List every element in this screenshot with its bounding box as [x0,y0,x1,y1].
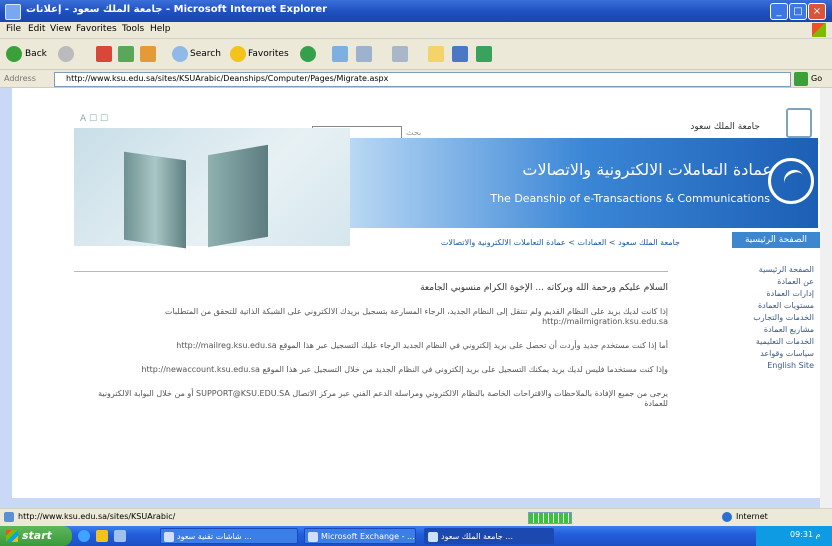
sidebar-item-policies[interactable]: سياسات وقواعد [734,348,814,360]
quicklaunch-desktop-icon[interactable] [114,530,126,542]
load-progress-fill [529,513,571,523]
address-bar: Address http://www.ksu.edu.sa/sites/KSUA… [0,70,832,88]
tools-icon[interactable] [476,46,492,62]
hero-panel-left [124,151,186,249]
sidebar-item-levels[interactable]: مستويات العمادة [734,300,814,312]
refresh-icon[interactable] [118,46,134,62]
go-button[interactable]: Go [794,72,828,86]
university-seal-icon [786,108,812,138]
greeting-text: السلام عليكم ورحمة الله وبركاته ... الإخ… [420,283,668,293]
sidebar-item-services[interactable]: الخدمات والتجارب [734,312,814,324]
history-icon[interactable] [300,46,316,62]
edit-icon[interactable] [392,46,408,62]
sidebar-nav: الصفحة الرئيسية عن العمادة إدارات العماد… [734,264,814,372]
address-label: Address [4,74,36,83]
paragraph-new-account: وإذا كنت مستخدما فليس لديك بريد يمكنك ال… [141,365,668,374]
load-progress-bar [528,512,572,524]
print-icon[interactable] [356,46,372,62]
maximize-button[interactable]: □ [789,3,807,20]
university-name: جامعة الملك سعود [690,122,760,132]
go-arrow-icon [794,72,808,86]
toolbar: Back Search Favorites [0,39,832,70]
sidebar-item-about[interactable]: عن العمادة [734,276,814,288]
go-label: Go [811,74,823,83]
sidebar-item-home[interactable]: الصفحة الرئيسية [734,264,814,276]
menu-file[interactable]: File [6,24,21,34]
announcement-content: السلام عليكم ورحمة الله وبركاته ... الإخ… [78,283,668,423]
status-bar: http://www.ksu.edu.sa/sites/KSUArabic/ I… [0,508,832,526]
start-button[interactable]: start [0,526,72,546]
banner-title-en: The Deanship of e-Transactions & Communi… [490,192,770,205]
menu-edit[interactable]: Edit [28,24,45,34]
favorites-button[interactable]: Favorites [248,49,289,59]
windows-logo-icon [6,530,18,542]
menu-bar: File Edit View Favorites Tools Help [0,22,832,39]
search-icon[interactable] [172,46,188,62]
font-size-icons[interactable]: A ☐ ☐ [80,114,108,124]
taskbar-item-1[interactable]: شاشات تقنية سعود ... [160,528,298,544]
menu-favorites[interactable]: Favorites [76,24,117,34]
ie-icon [5,4,21,20]
start-label: start [22,529,52,542]
sidebar-item-departments[interactable]: إدارات العمادة [734,288,814,300]
banner-title-ar: عمادة التعاملات الالكترونية والاتصالات [522,160,772,179]
sidebar-item-education[interactable]: الخدمات التعليمية [734,336,814,348]
sidebar-item-projects[interactable]: مشاريع العمادة [734,324,814,336]
menu-tools[interactable]: Tools [122,24,144,34]
stop-icon[interactable] [96,46,112,62]
site-search-label: بحث [406,128,422,137]
close-button[interactable]: × [808,3,826,20]
favorites-star-icon[interactable] [230,46,246,62]
back-arrow-icon[interactable] [6,46,22,62]
paragraph-migration: إذا كانت لديك بريد على النظام القديم ولم… [164,307,668,326]
title-bar: جامعة الملك سعود - إعلانات - Microsoft I… [0,0,832,22]
messenger-icon[interactable] [452,46,468,62]
window-title: جامعة الملك سعود - إعلانات - Microsoft I… [26,4,328,15]
right-scrollbar[interactable] [820,88,832,508]
page-icon [4,512,14,522]
quicklaunch-folder-icon[interactable] [96,530,108,542]
content-divider [74,271,668,272]
clock: 09:31 م [790,530,821,539]
forward-arrow-icon[interactable] [58,46,74,62]
hero-panel-right [208,144,268,248]
folder-icon[interactable] [428,46,444,62]
horizontal-scrollbar[interactable] [12,498,820,508]
search-button[interactable]: Search [190,49,221,59]
sidebar-item-english[interactable]: English Site [734,360,814,372]
paragraph-support: يرجى من جميع الإفادة بالملاحظات والاقترا… [98,389,668,408]
security-zone: Internet [736,512,768,521]
taskbar-item-2[interactable]: Microsoft Exchange - ... [304,528,416,544]
taskbar-item-3[interactable]: جامعة الملك سعود ... [424,528,554,544]
breadcrumb[interactable]: جامعة الملك سعود > العمادات > عمادة التع… [441,238,680,247]
globe-icon [722,512,732,522]
menu-help[interactable]: Help [150,24,171,34]
menu-view[interactable]: View [50,24,71,34]
minimize-button[interactable]: _ [770,3,788,20]
sidebar-header[interactable]: الصفحة الرئيسية [732,232,820,248]
windows-flag-icon [812,23,826,37]
page-viewport: A ☐ ☐ بحث جامعة الملك سعود عمادة التعامل… [12,88,820,508]
home-icon[interactable] [140,46,156,62]
taskbar: start شاشات تقنية سعود ... Microsoft Exc… [0,526,832,546]
paragraph-new-user: أما إذا كنت مستخدم جديد وأردت أن تحصل عل… [176,341,668,350]
mail-icon[interactable] [332,46,348,62]
back-button[interactable]: Back [25,49,47,59]
status-url: http://www.ksu.edu.sa/sites/KSUArabic/ [18,512,176,521]
address-url[interactable]: http://www.ksu.edu.sa/sites/KSUArabic/De… [66,74,388,83]
quicklaunch-ie-icon[interactable] [78,530,90,542]
deanship-banner [350,138,818,228]
